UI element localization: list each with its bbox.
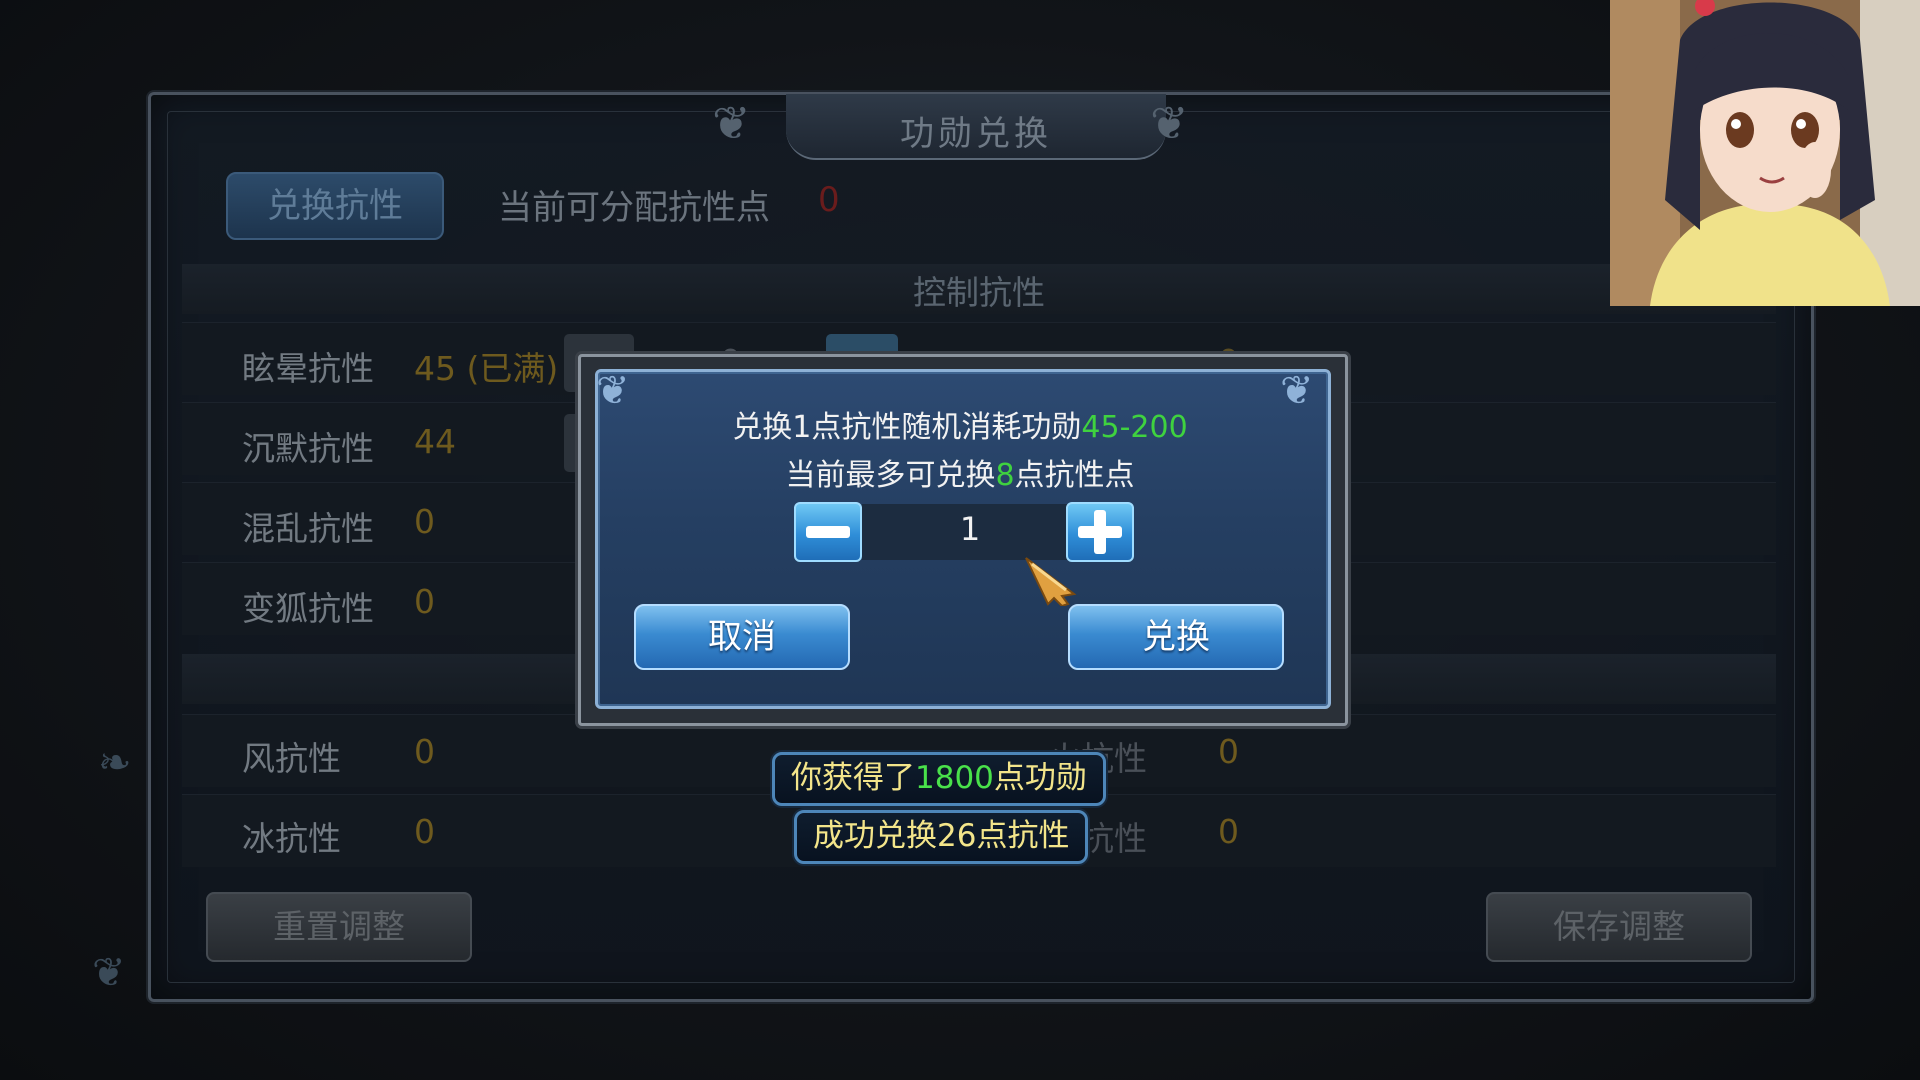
resistance-value: 44 [414,422,456,461]
cost-text: 兑换1点抗性随机消耗功勋45-200 [732,410,1188,445]
butterfly-icon: ❧ [98,740,132,786]
window-title: 功勋兑换 [900,114,1052,154]
resistance-value: 45 (已满) [414,349,559,388]
points-label: 当前可分配抗性点 [498,188,770,228]
resistance-name: 冰抗性 [242,819,341,858]
plus-icon [1078,510,1122,554]
resistance-value: 0 [414,582,435,621]
reset-button[interactable]: 重置调整 [206,892,472,962]
plus-button[interactable] [1066,502,1134,562]
resistance-name: 眩晕抗性 [242,349,374,388]
resistance-value: 0 [1218,732,1239,771]
save-button[interactable]: 保存调整 [1486,892,1752,962]
left-ornament-icon: ❦ [712,96,751,150]
quantity-value[interactable]: 1 [920,510,1020,548]
points-value: 0 [818,180,840,220]
minus-button[interactable] [794,502,862,562]
minus-icon [806,526,850,538]
max-text: 当前最多可兑换8点抗性点 [785,458,1135,493]
max-value: 8 [995,458,1015,493]
webcam-overlay [1610,0,1920,306]
resistance-name: 混乱抗性 [242,509,374,548]
gain-amount: 1800 [915,760,994,796]
exchange-button[interactable]: 兑换 [1068,604,1284,670]
cursor-icon [1022,554,1082,610]
resistance-value: 0 [414,732,435,771]
resistance-value: 0 [1218,812,1239,851]
section-title: 控制抗性 [913,273,1045,312]
bird-icon: ❦ [92,950,126,996]
exchange-toast: 成功兑换26点抗性 [794,810,1089,864]
resistance-value: 0 [414,812,435,851]
resistance-name: 沉默抗性 [242,429,374,468]
gain-toast: 你获得了1800点功勋 [772,752,1106,806]
tab-exchange-resistance[interactable]: 兑换抗性 [226,172,444,240]
cancel-button[interactable]: 取消 [634,604,850,670]
resistance-value: 0 [414,502,435,541]
resistance-name: 风抗性 [242,739,341,778]
resistance-name: 变狐抗性 [242,589,374,628]
cost-range: 45-200 [1081,410,1188,445]
